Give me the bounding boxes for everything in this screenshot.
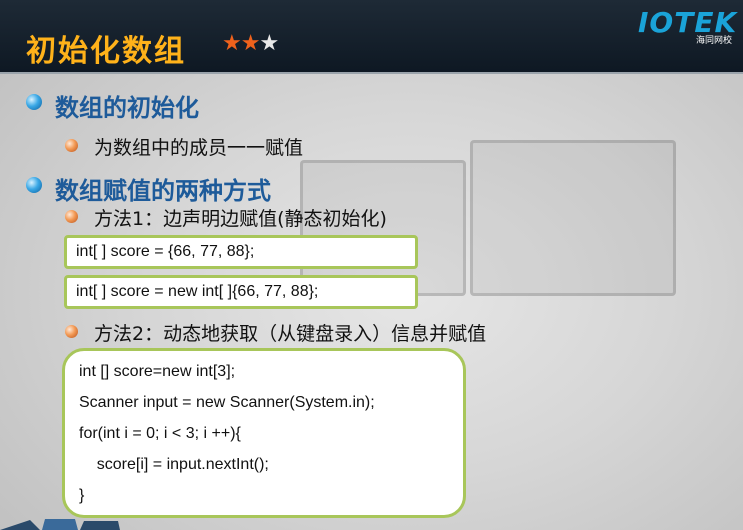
slide-title: 初始化数组 (26, 34, 186, 69)
code-line: Scanner input = new Scanner(System.in); (79, 394, 375, 411)
sub-bullet-icon (65, 210, 78, 223)
code-text: int[ ] score = new int[ ]{66, 77, 88}; (76, 283, 319, 300)
brand-logo: IOTEK 海同网校 (638, 6, 738, 46)
footer-decoration (0, 519, 120, 530)
code-line: score[i] = input.nextInt(); (79, 456, 269, 473)
list-item: 方法2：动态地获取（从键盘录入）信息并赋值 (94, 323, 487, 345)
code-line: for(int i = 0; i < 3; i ++){ (79, 425, 241, 442)
bullet-icon (26, 94, 42, 110)
sub-bullet-icon (65, 325, 78, 338)
background-monitor-right (470, 140, 676, 296)
star-empty-icon: ★ (259, 31, 279, 56)
difficulty-rating: ★★★ (222, 31, 279, 56)
code-line: } (79, 487, 85, 504)
code-block-static-2: int[ ] score = new int[ ]{66, 77, 88}; (64, 275, 418, 309)
star-filled-icon: ★ (240, 31, 261, 56)
list-item: 为数组中的成员一一赋值 (94, 137, 304, 159)
code-block-static-1: int[ ] score = {66, 77, 88}; (64, 235, 418, 269)
section-heading: 数组的初始化 (55, 94, 199, 122)
bullet-icon (26, 177, 42, 193)
code-block-dynamic: int [] score=new int[3]; Scanner input =… (62, 348, 466, 518)
star-filled-icon: ★ (222, 31, 242, 56)
code-text: int[ ] score = {66, 77, 88}; (76, 243, 255, 260)
list-item: 方法1：边声明边赋值(静态初始化) (94, 208, 387, 230)
section-heading: 数组赋值的两种方式 (55, 177, 271, 205)
code-line: int [] score=new int[3]; (79, 363, 236, 380)
slide-header: 初始化数组 ★★★ IOTEK 海同网校 (0, 0, 743, 74)
sub-bullet-icon (65, 139, 78, 152)
logo-subtext: 海同网校 (696, 36, 733, 46)
